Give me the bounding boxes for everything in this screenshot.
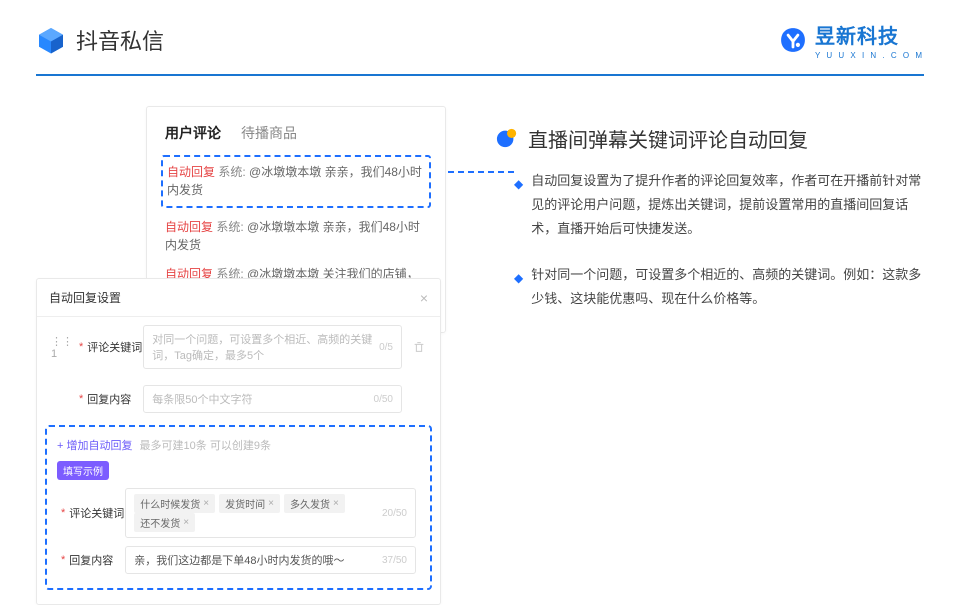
add-hint: 最多可建10条 可以创建9条 <box>140 440 271 452</box>
brand-name: 昱新科技 <box>815 20 924 49</box>
reply-counter: 0/50 <box>374 394 393 405</box>
keyword-chip[interactable]: 还不发货× <box>134 513 195 532</box>
required-dot: * <box>79 341 83 353</box>
remove-chip-icon[interactable]: × <box>268 498 274 509</box>
kw-counter: 0/5 <box>379 342 393 353</box>
page-title: 抖音私信 <box>76 24 164 56</box>
example-badge: 填写示例 <box>57 461 109 480</box>
ex-kw-input[interactable]: 什么时候发货×发货时间×多久发货× 还不发货× 20/50 <box>125 488 416 538</box>
system-label: 系统: <box>218 165 245 179</box>
add-reply-button[interactable]: + 增加自动回复 <box>57 440 132 452</box>
highlighted-reply: 自动回复 系统: @冰墩墩本墩 亲亲，我们48小时内发货 <box>161 155 431 208</box>
remove-chip-icon[interactable]: × <box>203 498 209 509</box>
reply-label: 回复内容 <box>87 391 143 407</box>
speech-icon <box>496 127 518 149</box>
ex-reply-input[interactable]: 亲，我们这边都是下单48小时内发货的哦～ 37/50 <box>125 546 416 574</box>
connector-line <box>448 171 514 173</box>
reply-input[interactable]: 每条限50个中文字符 0/50 <box>143 385 402 413</box>
example-group: + 增加自动回复 最多可建10条 可以创建9条 填写示例 * 评论关键词 什么时… <box>45 425 432 590</box>
brand-icon <box>779 26 807 54</box>
section-title: 直播间弹幕关键词评论自动回复 <box>528 124 808 153</box>
brand-sub: Y U U X I N . C O M <box>815 51 924 60</box>
ex-reply-counter: 37/50 <box>382 555 407 566</box>
keyword-label: 评论关键词 <box>87 339 143 355</box>
ex-kw-label: 评论关键词 <box>69 505 125 521</box>
diamond-icon: ◆ <box>514 267 523 311</box>
system-label: 系统: <box>216 220 243 234</box>
keyword-chip[interactable]: 发货时间× <box>219 494 280 513</box>
required-dot: * <box>79 393 83 405</box>
keyword-chip[interactable]: 多久发货× <box>284 494 345 513</box>
cube-icon <box>36 25 66 55</box>
diamond-icon: ◆ <box>514 173 523 241</box>
page-header: 抖音私信 昱新科技 Y U U X I N . C O M <box>0 0 960 74</box>
keyword-input[interactable]: 对同一个问题，可设置多个相近、高频的关键词，Tag确定，最多5个 0/5 <box>143 325 402 369</box>
keyword-chip[interactable]: 什么时候发货× <box>134 494 215 513</box>
tab-user-comments[interactable]: 用户评论 <box>165 123 221 143</box>
close-icon[interactable]: × <box>420 290 428 306</box>
row-ordinal: ⋮⋮ 1 <box>51 335 69 360</box>
tab-pending-goods[interactable]: 待播商品 <box>241 123 297 143</box>
settings-card: 自动回复设置 × ⋮⋮ 1 * 评论关键词 对同一个问题，可设置多个相近、高频的… <box>36 278 441 605</box>
remove-chip-icon[interactable]: × <box>333 498 339 509</box>
auto-reply-tag: 自动回复 <box>165 220 213 234</box>
brand-area: 昱新科技 Y U U X I N . C O M <box>779 20 924 60</box>
ex-reply-label: 回复内容 <box>69 552 125 568</box>
bullet-text: 自动回复设置为了提升作者的评论回复效率，作者可在开播前针对常见的评论用户问题，提… <box>531 169 924 241</box>
ex-kw-counter: 20/50 <box>382 508 407 519</box>
settings-title: 自动回复设置 <box>49 289 121 306</box>
delete-icon[interactable] <box>412 340 426 354</box>
remove-chip-icon[interactable]: × <box>183 517 189 528</box>
auto-reply-tag: 自动回复 <box>167 165 215 179</box>
bullet-text: 针对同一个问题，可设置多个相近的、高频的关键词。例如：这款多少钱、这块能优惠吗、… <box>531 263 924 311</box>
